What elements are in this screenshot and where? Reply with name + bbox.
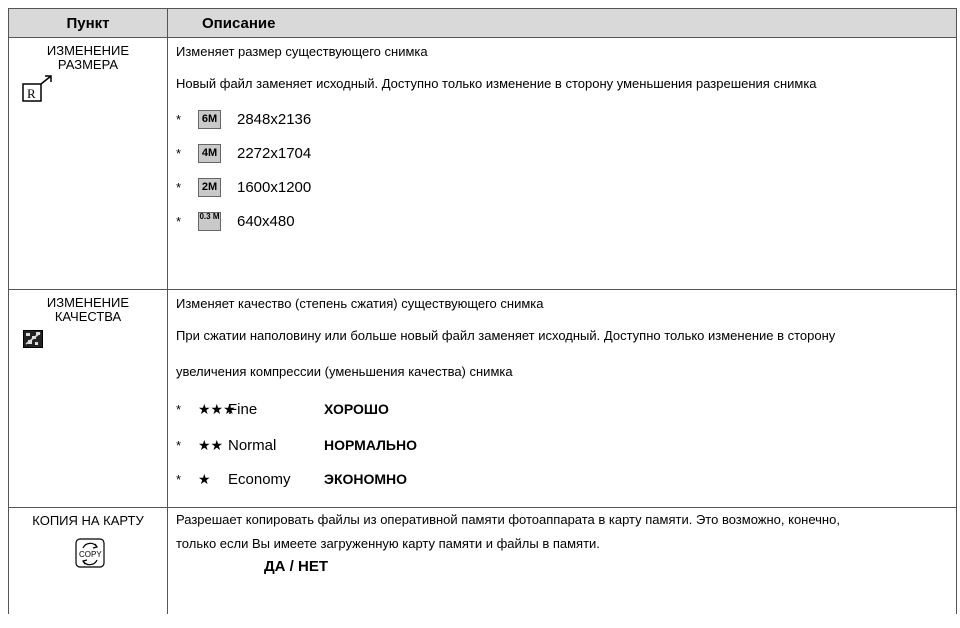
resize-desc-line: Изменяет размер существующего снимка — [176, 44, 428, 59]
size-2m-icon: 2M — [198, 177, 221, 197]
fine-stars-icon: ★★★ — [198, 400, 236, 417]
resize-option: * 0.3 M 640x480 — [176, 204, 956, 238]
quality-desc-line: увеличения компрессии (уменьшения качест… — [176, 364, 513, 379]
header-description: Описание — [167, 8, 957, 38]
bullet: * — [176, 471, 182, 487]
svg-text:COPY: COPY — [79, 550, 102, 559]
quality-name: Normal — [228, 436, 277, 454]
resize-desc-line: Новый файл заменяет исходный. Доступно т… — [176, 76, 817, 91]
table-header-row: Пункт Описание — [8, 8, 957, 38]
resolution-value: 1600x1200 — [237, 178, 312, 196]
bullet: * — [176, 213, 182, 229]
copy-desc-line: Разрешает копировать файлы из оперативно… — [176, 512, 840, 527]
quality-option: * ★★ Normal НОРМАЛЬНО — [176, 428, 956, 462]
resize-option: * 6M 2848x2136 — [176, 102, 956, 136]
description-cell: Изменяет размер существующего снимка Нов… — [167, 37, 957, 290]
item-resize-label: ИЗМЕНЕНИЕ РАЗМЕРА — [46, 43, 130, 72]
description-cell: Изменяет качество (степень сжатия) сущес… — [167, 289, 957, 508]
bullet: * — [176, 179, 182, 195]
economy-star-icon: ★ — [198, 470, 211, 487]
bullet: * — [176, 111, 182, 127]
resize-option: * 2M 1600x1200 — [176, 170, 956, 204]
quality-desc-line: Изменяет качество (степень сжатия) сущес… — [176, 296, 544, 311]
table-row: ИЗМЕНЕНИЕ КАЧЕСТВА Изменяет качество (ст… — [8, 289, 957, 508]
item-cell: ИЗМЕНЕНИЕ КАЧЕСТВА — [8, 289, 168, 508]
quality-label: ЭКОНОМНО — [324, 471, 408, 487]
table-row: КОПИЯ НА КАРТУ COPY Разрешает копировать… — [8, 507, 957, 614]
bullet: * — [176, 401, 182, 417]
header-item: Пункт — [8, 8, 168, 38]
quality-option: * ★★★ Fine ХОРОШО — [176, 390, 956, 428]
copy-choice: ДА / НЕТ — [264, 558, 329, 575]
item-cell: КОПИЯ НА КАРТУ COPY — [8, 507, 168, 614]
bullet: * — [176, 145, 182, 161]
quality-label: НОРМАЛЬНО — [324, 437, 417, 453]
item-cell: ИЗМЕНЕНИЕ РАЗМЕРА R — [8, 37, 168, 290]
resolution-value: 640x480 — [237, 212, 295, 230]
resolution-value: 2272x1704 — [237, 144, 312, 162]
quality-name: Fine — [228, 400, 258, 418]
svg-text:R: R — [27, 86, 36, 101]
size-03m-icon: 0.3 M — [198, 211, 221, 231]
bullet: * — [176, 437, 182, 453]
table-row: ИЗМЕНЕНИЕ РАЗМЕРА R Изменяет размер суще… — [8, 37, 957, 290]
resize-option: * 4M 2272x1704 — [176, 136, 956, 170]
settings-table: Пункт Описание ИЗМЕНЕНИЕ РАЗМЕРА R Измен… — [8, 8, 957, 614]
manual-page: Пункт Описание ИЗМЕНЕНИЕ РАЗМЕРА R Измен… — [0, 0, 960, 628]
quality-label: ХОРОШО — [324, 401, 389, 417]
copy-icon: COPY — [75, 538, 105, 568]
size-6m-icon: 6M — [198, 109, 221, 129]
quality-icon — [23, 330, 43, 348]
copy-desc-line: только если Вы имеете загруженную карту … — [176, 536, 600, 551]
item-copy-label: КОПИЯ НА КАРТУ — [32, 513, 144, 528]
item-quality-label: ИЗМЕНЕНИЕ КАЧЕСТВА — [46, 295, 130, 324]
resize-icon: R — [22, 75, 52, 102]
size-4m-icon: 4M — [198, 143, 221, 163]
normal-stars-icon: ★★ — [198, 436, 224, 453]
description-cell: Разрешает копировать файлы из оперативно… — [167, 507, 957, 614]
quality-name: Economy — [228, 470, 291, 488]
resolution-value: 2848x2136 — [237, 110, 312, 128]
quality-desc-line: При сжатии наполовину или больше новый ф… — [176, 328, 836, 343]
quality-option: * ★ Economy ЭКОНОМНО — [176, 462, 956, 496]
